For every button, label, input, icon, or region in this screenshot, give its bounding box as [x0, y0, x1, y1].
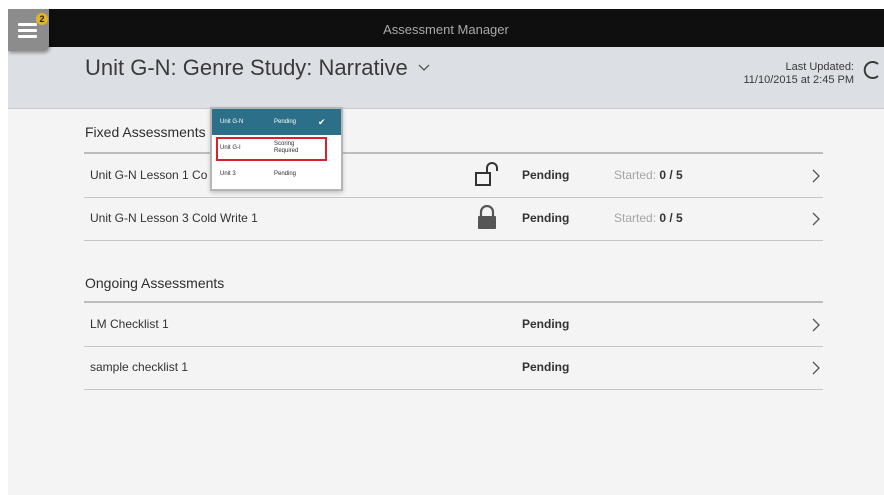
page-title: Unit G-N: Genre Study: Narrative — [85, 55, 408, 80]
unit-dropdown-menu: Unit G-N Pending ✔ Unit G-I Scoring Requi… — [210, 107, 343, 191]
started-value: 0 / 5 — [659, 211, 683, 225]
started-count: Started: 0 / 5 — [614, 211, 683, 225]
assessment-name: sample checklist 1 — [90, 360, 189, 374]
started-label: Started: — [614, 211, 657, 225]
chevron-right-icon — [812, 212, 820, 226]
unit-selector[interactable]: Unit G-N: Genre Study: Narrative — [85, 55, 430, 81]
started-value: 0 / 5 — [659, 168, 683, 182]
status-text: Pending — [522, 360, 570, 374]
menu-button[interactable]: 2 — [8, 9, 49, 51]
chevron-right-icon — [812, 169, 820, 183]
status-text: Pending — [522, 168, 570, 182]
app-title: Assessment Manager — [383, 22, 509, 37]
started-label: Started: — [614, 168, 657, 182]
dropdown-item-unit-3[interactable]: Unit 3 Pending — [212, 161, 341, 187]
fixed-assessments-title: Fixed Assessments — [85, 124, 206, 140]
dropdown-item-status: Pending — [274, 171, 297, 177]
lock-icon — [475, 204, 499, 231]
title-bar: Assessment Manager — [8, 9, 884, 47]
table-row[interactable]: LM Checklist 1 Pending — [84, 304, 823, 347]
section-divider — [84, 301, 823, 303]
chevron-right-icon — [812, 318, 820, 332]
ongoing-assessments-title: Ongoing Assessments — [85, 275, 225, 291]
chevron-down-icon — [418, 64, 430, 72]
highlight-box — [216, 137, 327, 161]
last-updated-value: 11/10/2015 at 2:45 PM — [743, 74, 855, 86]
table-row[interactable]: Unit G-N Lesson 3 Cold Write 1 Pending S… — [84, 198, 823, 241]
dropdown-item-unit-g-n[interactable]: Unit G-N Pending ✔ — [212, 109, 341, 135]
status-text: Pending — [522, 317, 570, 331]
last-updated-label: Last Updated: — [785, 61, 855, 73]
assessment-name: LM Checklist 1 — [90, 317, 169, 331]
notification-badge: 2 — [36, 13, 48, 25]
started-count: Started: 0 / 5 — [614, 168, 683, 182]
unlock-icon — [475, 162, 499, 188]
table-row[interactable]: Unit G-N Lesson 1 Co Pending Started: 0 … — [84, 155, 823, 198]
refresh-icon[interactable] — [862, 59, 884, 81]
section-divider — [84, 152, 823, 154]
assessment-name: Unit G-N Lesson 3 Cold Write 1 — [90, 211, 258, 225]
dropdown-item-unit: Unit 3 — [220, 171, 236, 177]
table-row[interactable]: sample checklist 1 Pending — [84, 347, 823, 390]
status-text: Pending — [522, 211, 570, 225]
last-updated: Last Updated: 11/10/2015 at 2:45 PM — [744, 61, 855, 87]
app-window: Assessment Manager Unit G-N: Genre Study… — [8, 9, 884, 495]
checkmark-icon: ✔ — [318, 117, 326, 127]
chevron-right-icon — [812, 361, 820, 375]
page-header: Unit G-N: Genre Study: Narrative Last Up… — [8, 47, 884, 109]
dropdown-item-status: Pending — [274, 119, 297, 125]
assessment-name: Unit G-N Lesson 1 Co — [90, 168, 208, 182]
dropdown-item-unit: Unit G-N — [220, 119, 244, 125]
